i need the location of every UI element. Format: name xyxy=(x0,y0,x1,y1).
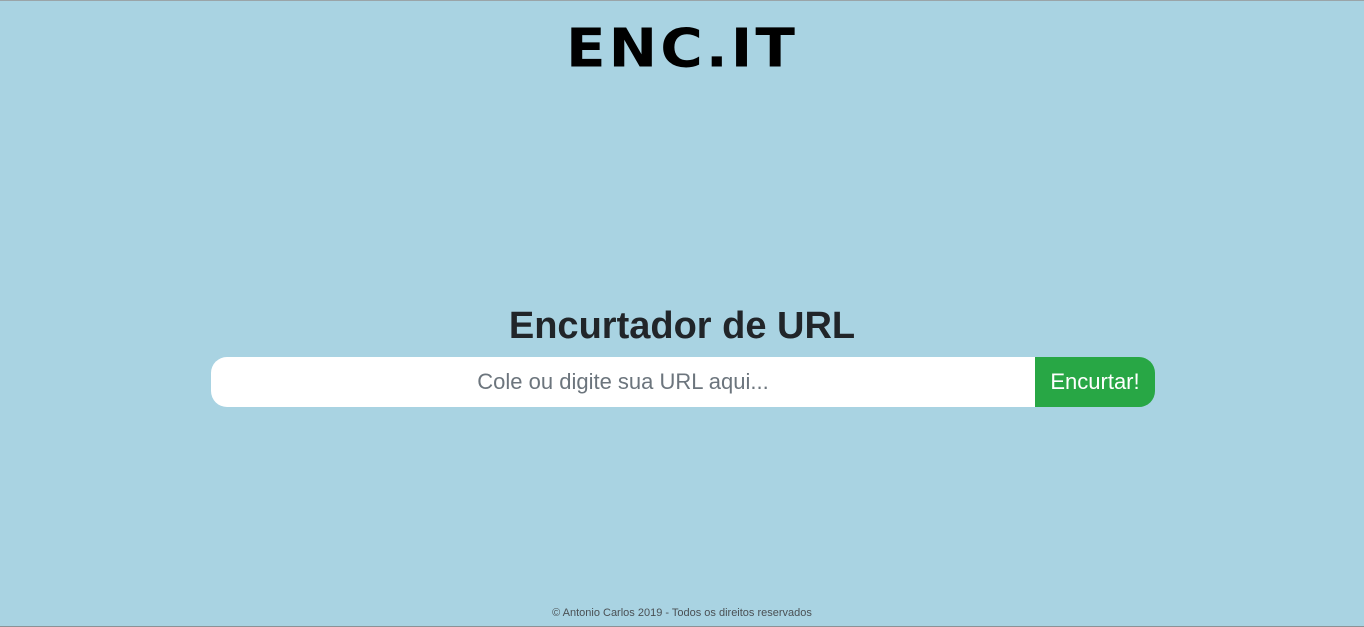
shorten-button[interactable]: Encurtar! xyxy=(1035,357,1155,407)
url-input[interactable] xyxy=(211,357,1035,407)
url-shortener-form: Encurtar! xyxy=(211,357,1155,407)
footer-copyright: © Antonio Carlos 2019 - Todos os direito… xyxy=(552,607,812,619)
page-title: Encurtador de URL xyxy=(508,305,856,347)
site-logo[interactable]: ENC.IT xyxy=(0,18,1364,79)
